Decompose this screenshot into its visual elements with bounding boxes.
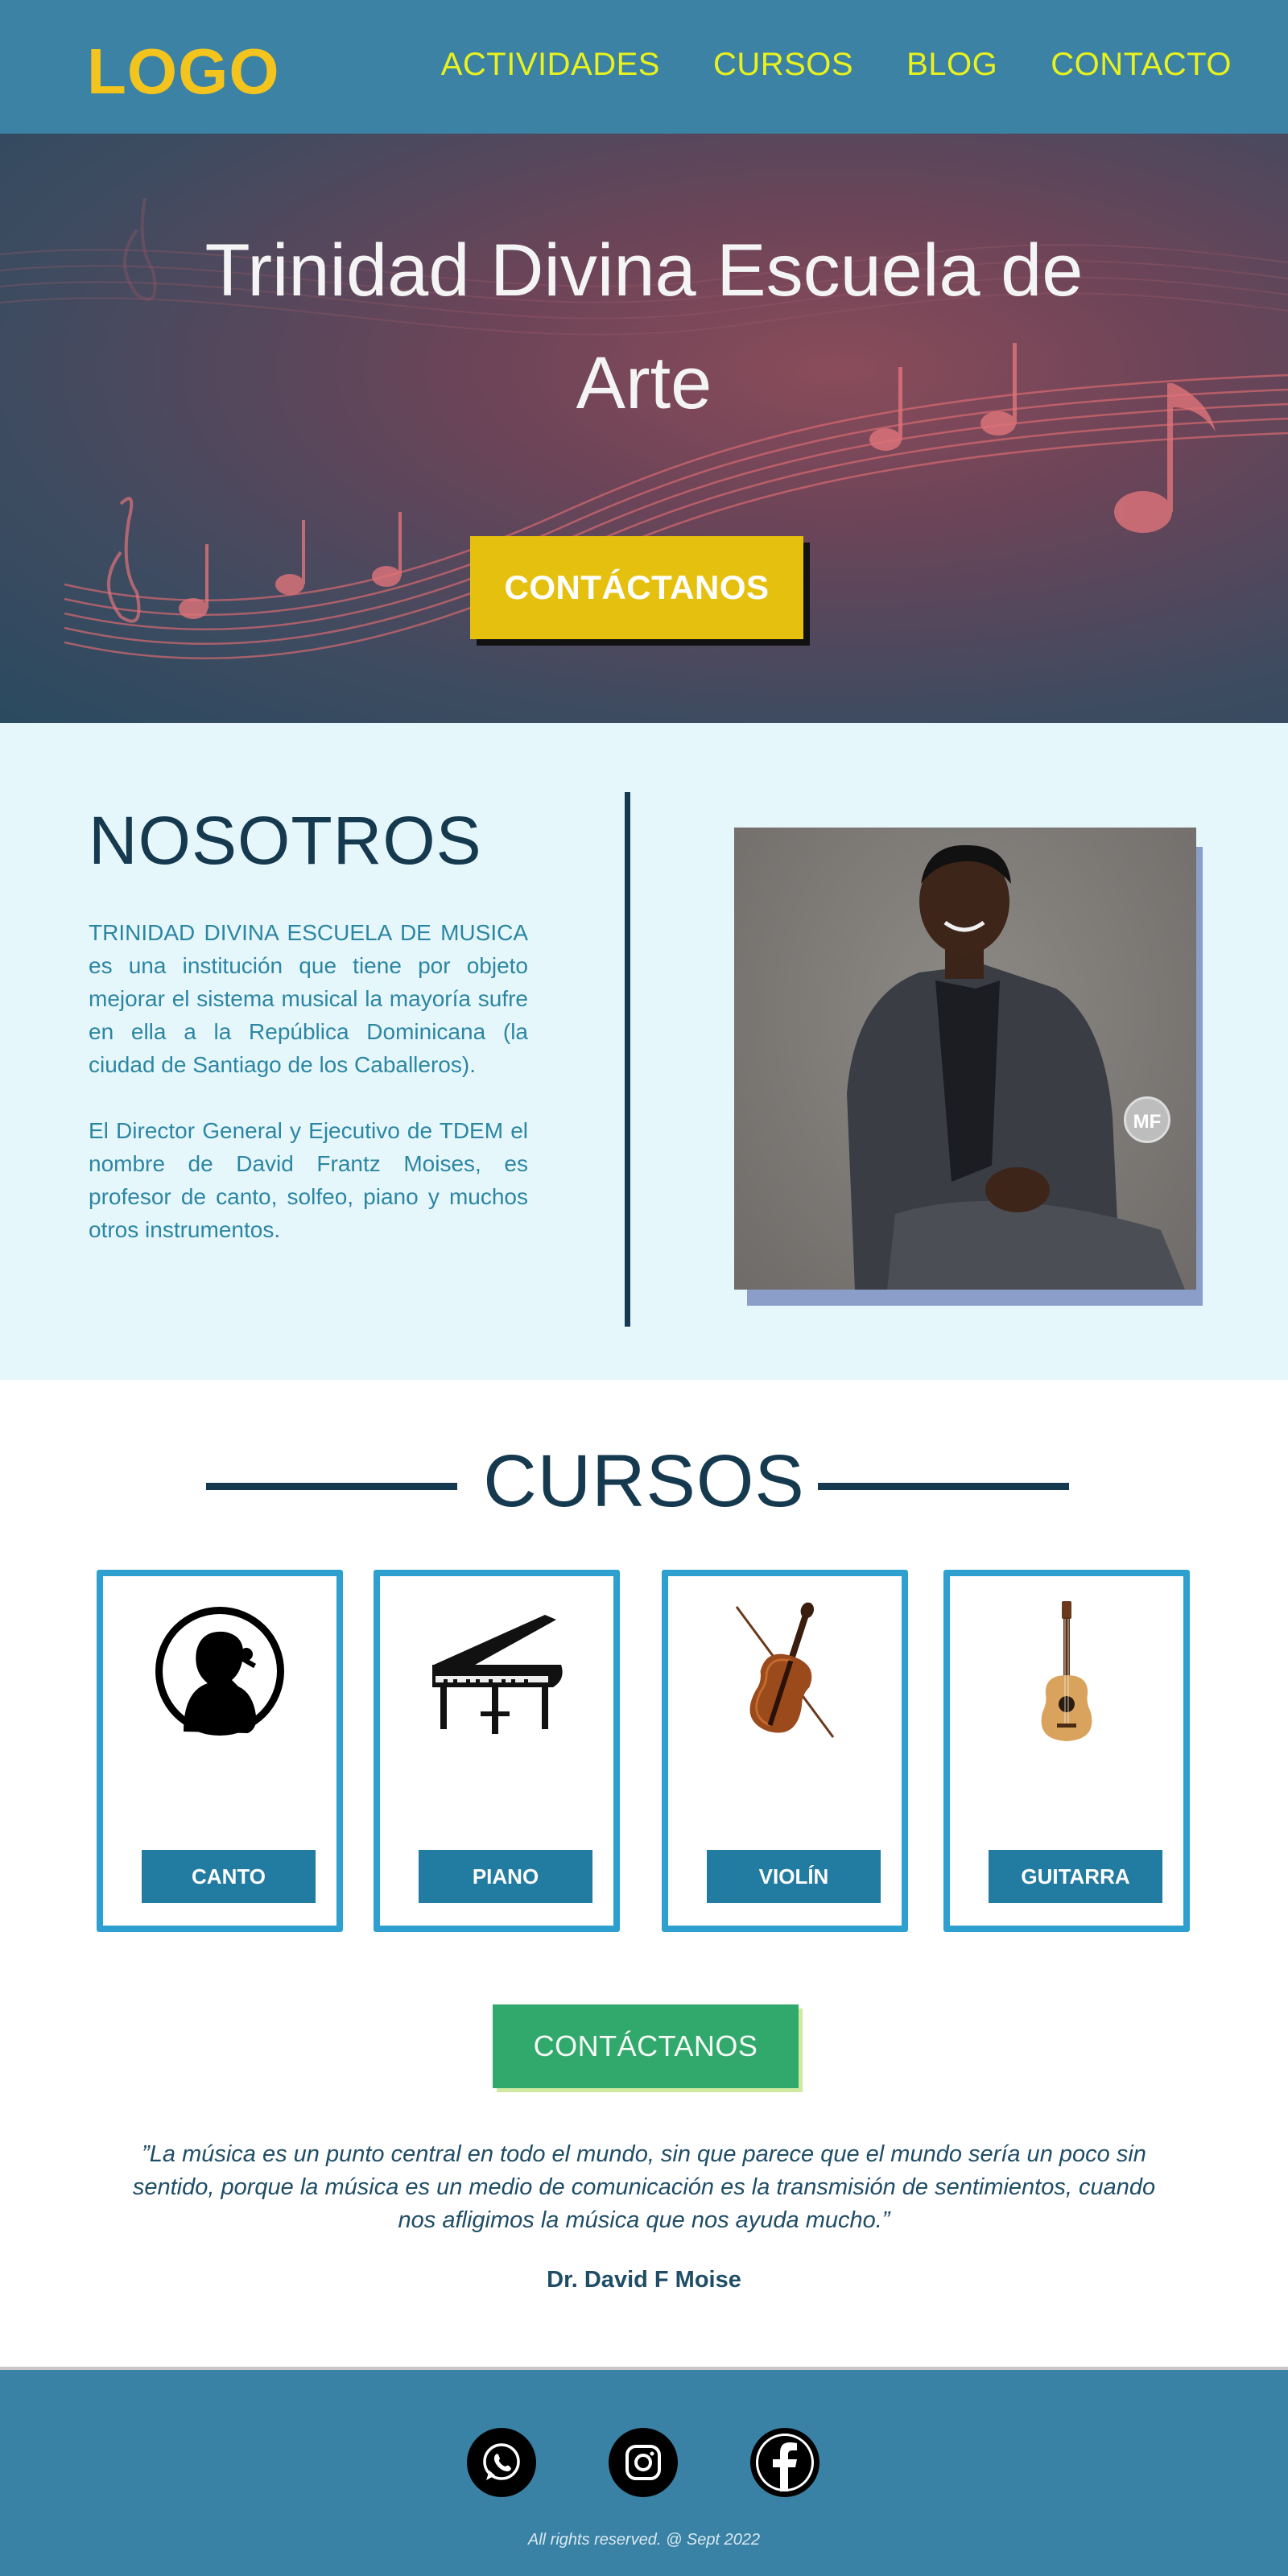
heading-line-left [206,1483,457,1490]
course-button-guitarra[interactable]: GUITARRA [989,1850,1162,1903]
whatsapp-icon[interactable] [467,2428,536,2497]
course-card-piano[interactable]: PIANO [374,1570,620,1932]
facebook-icon[interactable] [750,2428,819,2497]
site-footer: All rights reserved. @ Sept 2022 [0,2370,1288,2576]
main-nav: ACTIVIDADES CURSOS BLOG CONTACTO [441,47,1232,83]
site-header: LOGO ACTIVIDADES CURSOS BLOG CONTACTO [0,0,1288,134]
violin-icon [668,1599,902,1744]
vertical-divider [625,792,630,1327]
course-card-violin[interactable]: VIOLÍN [662,1570,908,1932]
nav-blog[interactable]: BLOG [906,47,997,83]
hero-contact-button[interactable]: CONTÁCTANOS [470,536,803,639]
piano-icon [380,1599,613,1744]
guitar-icon [950,1599,1183,1744]
about-section: NOSOTROS TRINIDAD DIVINA ESCUELA DE MUSI… [0,723,1288,1380]
photographer-badge: MF [1124,1096,1170,1143]
instagram-icon[interactable] [609,2428,678,2497]
course-card-canto[interactable]: CANTO [97,1570,343,1932]
about-title: NOSOTROS [89,803,482,878]
course-button-piano[interactable]: PIANO [419,1850,592,1903]
courses-contact-button[interactable]: CONTÁCTANOS [493,2004,799,2088]
courses-title: CURSOS [483,1440,805,1522]
about-paragraph-2: El Director General y Ejecutivo de TDEM … [89,1118,528,1242]
director-photo: MF [734,828,1196,1290]
singer-icon [103,1599,336,1744]
about-text: TRINIDAD DIVINA ESCUELA DE MUSICA es una… [89,916,528,1246]
about-paragraph-1: TRINIDAD DIVINA ESCUELA DE MUSICA es una… [89,920,528,1077]
nav-cursos[interactable]: CURSOS [713,47,853,83]
quote-author: Dr. David F Moise [547,2267,741,2293]
nav-actividades[interactable]: ACTIVIDADES [441,47,660,83]
course-button-canto[interactable]: CANTO [142,1850,316,1903]
course-button-violin[interactable]: VIOLÍN [707,1850,881,1903]
hero-banner: Trinidad Divina Escuela de Arte CONTÁCTA… [0,134,1288,723]
site-logo[interactable]: LOGO [87,35,280,108]
heading-line-right [818,1483,1069,1490]
courses-heading: CURSOS [0,1433,1288,1530]
quote-text: ”La música es un punto central en todo e… [132,2141,1156,2233]
director-portrait [847,844,1185,1290]
nav-contacto[interactable]: CONTACTO [1051,47,1232,83]
course-card-guitarra[interactable]: GUITARRA [943,1570,1190,1932]
copyright-text: All rights reserved. @ Sept 2022 [527,2531,761,2549]
hero-title: Trinidad Divina Escuela de Arte [204,229,1084,424]
